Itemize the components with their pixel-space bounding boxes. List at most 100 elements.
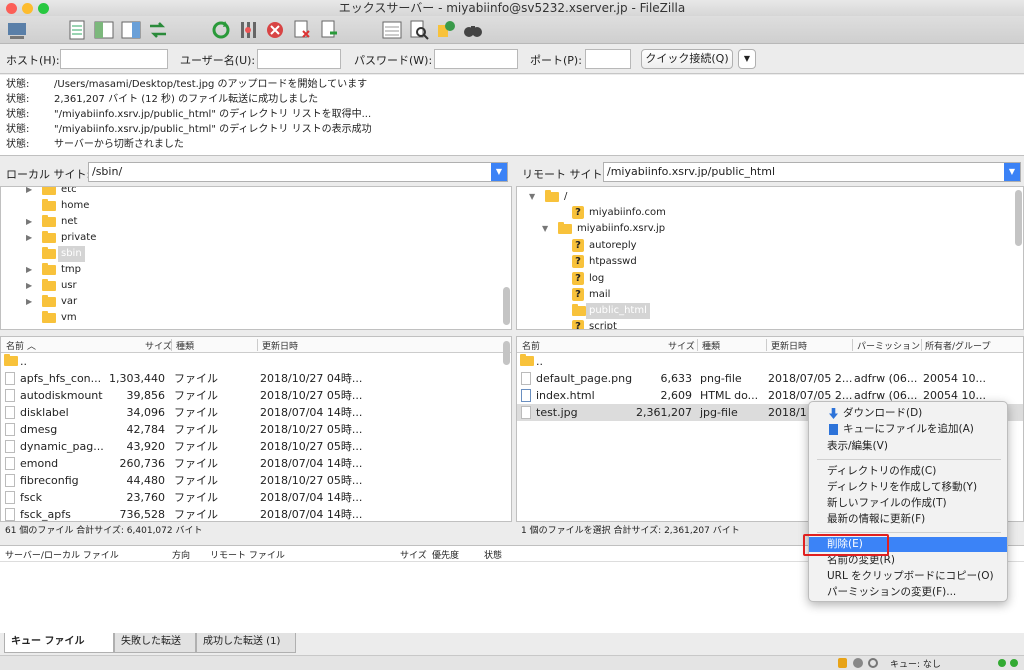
col-header-name[interactable]: 名前	[522, 339, 540, 352]
tree-item[interactable]: vm	[1, 310, 491, 326]
expand-arrow-icon[interactable]: ▼	[542, 221, 548, 237]
table-row[interactable]: fsck 23,760 ファイル 2018/07/04 14時...	[1, 489, 511, 506]
table-row[interactable]: ..	[1, 353, 511, 370]
expand-arrow-icon[interactable]: ▶	[26, 262, 32, 278]
host-input[interactable]	[60, 49, 168, 69]
tree-item[interactable]: ▼ /	[517, 189, 1007, 205]
col-header-type[interactable]: 種類	[176, 339, 194, 352]
col-header-size[interactable]: サイズ	[668, 339, 695, 352]
remote-tree-scrollbar[interactable]	[1015, 190, 1022, 246]
tree-item[interactable]: ? mail	[517, 287, 1007, 303]
expand-arrow-icon[interactable]: ▶	[26, 230, 32, 246]
directory-comparison-icon[interactable]	[408, 19, 430, 41]
toggle-log-icon[interactable]	[66, 19, 88, 41]
local-path-dropdown[interactable]: /sbin/▼	[88, 162, 508, 182]
expand-arrow-icon[interactable]: ▶	[26, 294, 32, 310]
username-input[interactable]	[257, 49, 341, 69]
toggle-local-tree-icon[interactable]	[93, 19, 115, 41]
expand-arrow-icon[interactable]: ▶	[26, 278, 32, 294]
col-header-size[interactable]: サイズ	[400, 548, 427, 561]
tree-item[interactable]: ▶ tmp	[1, 262, 491, 278]
menu-item-refresh[interactable]: 最新の情報に更新(F)	[809, 512, 1007, 527]
refresh-icon[interactable]	[210, 19, 232, 41]
minimize-window-button[interactable]	[22, 3, 33, 14]
table-row[interactable]: default_page.png 6,633 png-file 2018/07/05 …	[517, 370, 1023, 387]
tree-item-selected[interactable]: public_html	[517, 303, 1007, 319]
tree-item-selected[interactable]: sbin	[1, 246, 491, 262]
chevron-down-icon[interactable]: ▼	[1004, 163, 1020, 181]
menu-item-add-to-queue[interactable]: キューにファイルを追加(A)	[809, 422, 1007, 437]
col-header-date[interactable]: 更新日時	[771, 339, 807, 352]
tree-item[interactable]: ▶ net	[1, 214, 491, 230]
local-directory-tree[interactable]: ▶ etc home ▶ net ▶ private sbin ▶ tmp ▶ usr ▶…	[0, 186, 512, 330]
menu-item-file-permissions[interactable]: パーミッションの変更(F)...	[809, 585, 1007, 600]
tab-queued-files[interactable]: キュー ファイル	[4, 633, 114, 653]
menu-item-view-edit[interactable]: 表示/編集(V)	[809, 439, 1007, 454]
local-file-list[interactable]: 名前 ︿ サイズ 種類 更新日時 .. apfs_hfs_con... 1,303…	[0, 336, 512, 522]
close-window-button[interactable]	[6, 3, 17, 14]
password-input[interactable]	[434, 49, 518, 69]
tree-item[interactable]: ▶ usr	[1, 278, 491, 294]
local-list-scrollbar[interactable]	[503, 341, 510, 365]
tree-item[interactable]: ? log	[517, 271, 1007, 287]
menu-item-download[interactable]: ダウンロード(D)	[809, 406, 1007, 421]
col-header-name[interactable]: 名前	[6, 339, 24, 352]
tab-failed-transfers[interactable]: 失敗した転送	[114, 633, 196, 653]
col-header-owner[interactable]: 所有者/グループ	[925, 339, 991, 352]
quickconnect-history-dropdown[interactable]: ▼	[738, 49, 756, 69]
reconnect-icon[interactable]	[318, 19, 340, 41]
toggle-remote-tree-icon[interactable]	[120, 19, 142, 41]
tree-item[interactable]: ▶ private	[1, 230, 491, 246]
table-row[interactable]: fibreconfig 44,480 ファイル 2018/10/27 05時...	[1, 472, 511, 489]
tree-item[interactable]: ▼ miyabiinfo.xsrv.jp	[517, 221, 1007, 237]
table-row[interactable]: apfs_hfs_con... 1,303,440 ファイル 2018/10/27 0…	[1, 370, 511, 387]
process-queue-icon[interactable]	[237, 19, 259, 41]
table-row[interactable]: emond 260,736 ファイル 2018/07/04 14時...	[1, 455, 511, 472]
col-header-remote-file[interactable]: リモート ファイル	[210, 548, 285, 561]
tree-item[interactable]: ▶ etc	[1, 187, 491, 198]
col-header-priority[interactable]: 優先度	[432, 548, 459, 561]
port-input[interactable]	[585, 49, 631, 69]
remote-directory-tree[interactable]: ▼ / ? miyabiinfo.com ▼ miyabiinfo.xsrv.jp ?…	[516, 186, 1024, 330]
table-row[interactable]: autodiskmount 39,856 ファイル 2018/10/27 05時...	[1, 387, 511, 404]
cancel-operation-icon[interactable]	[264, 19, 286, 41]
expand-arrow-icon[interactable]: ▶	[26, 187, 32, 198]
table-row[interactable]: dmesg 42,784 ファイル 2018/10/27 05時...	[1, 421, 511, 438]
tree-item[interactable]: ? script	[517, 319, 1007, 329]
tree-item[interactable]: ▶ var	[1, 294, 491, 310]
col-header-status[interactable]: 状態	[484, 548, 502, 561]
tree-item[interactable]: ? miyabiinfo.com	[517, 205, 1007, 221]
directory-listing-filter-icon[interactable]	[381, 19, 403, 41]
menu-item-create-directory[interactable]: ディレクトリの作成(C)	[809, 464, 1007, 479]
tree-item[interactable]: home	[1, 198, 491, 214]
col-header-direction[interactable]: 方向	[172, 548, 190, 561]
site-manager-icon[interactable]	[6, 19, 28, 41]
col-header-date[interactable]: 更新日時	[262, 339, 298, 352]
menu-item-create-and-enter-directory[interactable]: ディレクトリを作成して移動(Y)	[809, 480, 1007, 495]
menu-item-create-new-file[interactable]: 新しいファイルの作成(T)	[809, 496, 1007, 511]
local-tree-scrollbar[interactable]	[503, 287, 510, 325]
col-header-permission[interactable]: パーミッション	[857, 339, 920, 352]
disconnect-icon[interactable]	[291, 19, 313, 41]
chevron-down-icon[interactable]: ▼	[491, 163, 507, 181]
col-header-server-local-file[interactable]: サーバー/ローカル ファイル	[5, 548, 119, 561]
tree-item[interactable]: ? htpasswd	[517, 254, 1007, 270]
toggle-queue-icon[interactable]	[147, 19, 169, 41]
expand-arrow-icon[interactable]: ▶	[26, 214, 32, 230]
sync-browsing-icon[interactable]	[435, 19, 457, 41]
tree-item[interactable]: ? autoreply	[517, 238, 1007, 254]
speed-limit-icon[interactable]	[868, 658, 878, 668]
search-files-icon[interactable]	[462, 19, 484, 41]
tab-successful-transfers[interactable]: 成功した転送 (1)	[196, 633, 296, 653]
table-row[interactable]: fsck_apfs 736,528 ファイル 2018/07/04 14時...	[1, 506, 511, 521]
quickconnect-button[interactable]: クイック接続(Q)	[641, 49, 733, 69]
table-row[interactable]: dynamic_pag... 43,920 ファイル 2018/10/27 05時..…	[1, 438, 511, 455]
col-header-size[interactable]: サイズ	[145, 339, 172, 352]
maximize-window-button[interactable]	[38, 3, 49, 14]
table-row[interactable]: disklabel 34,096 ファイル 2018/07/04 14時...	[1, 404, 511, 421]
menu-item-copy-url[interactable]: URL をクリップボードにコピー(O)	[809, 569, 1007, 584]
table-row[interactable]: ..	[517, 353, 1023, 370]
expand-arrow-icon[interactable]: ▼	[529, 189, 535, 205]
col-header-type[interactable]: 種類	[702, 339, 720, 352]
remote-path-dropdown[interactable]: /miyabiinfo.xsrv.jp/public_html ▼	[603, 162, 1021, 182]
